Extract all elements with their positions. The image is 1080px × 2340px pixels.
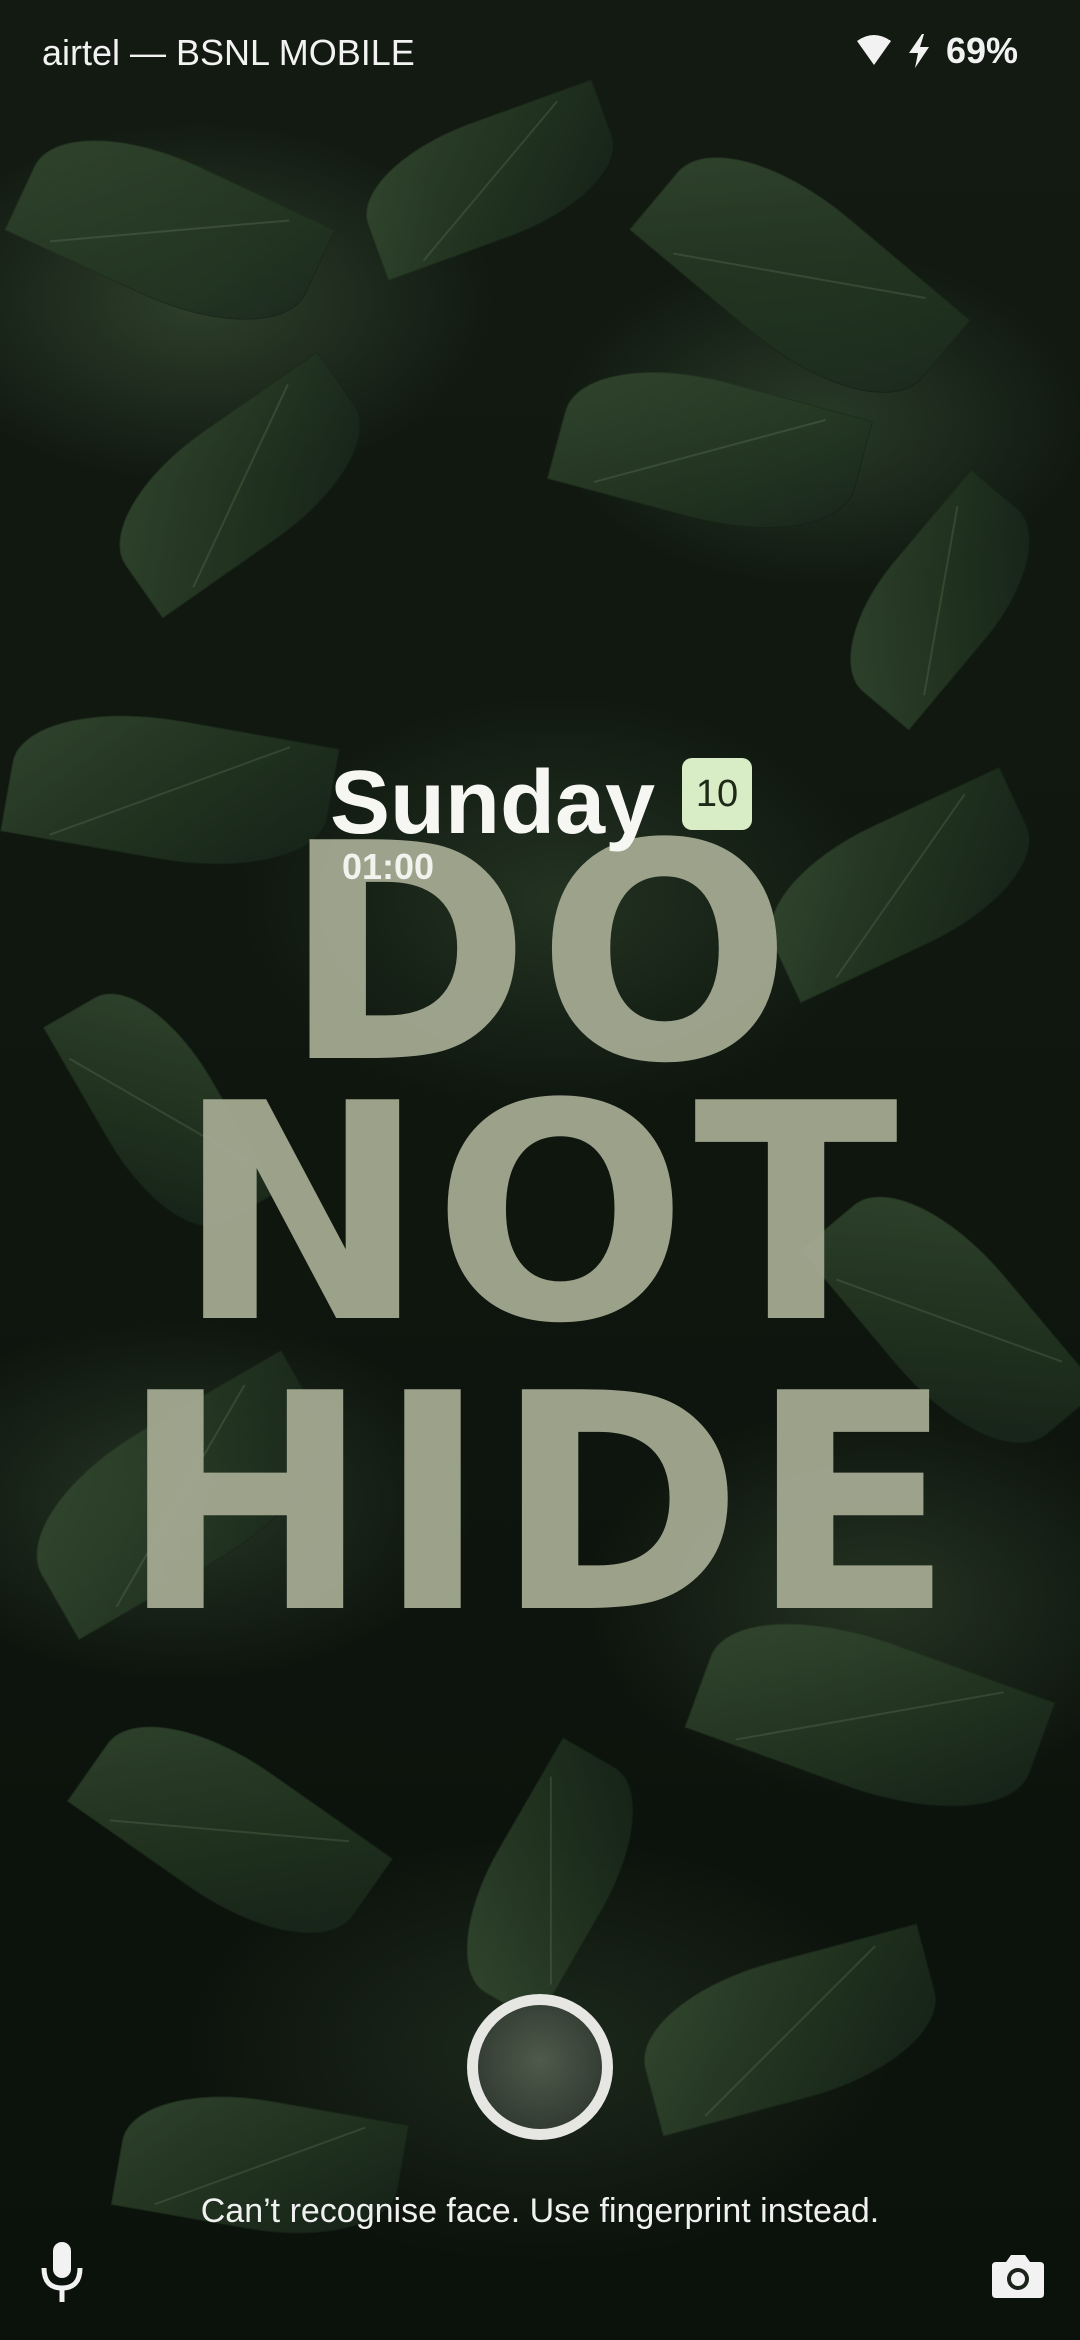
date-badge: 10 bbox=[682, 758, 752, 830]
leaf-shape bbox=[66, 1686, 394, 1974]
lock-screen: DO NOT HIDE airtel — BSNL MOBILE 69% Sun… bbox=[0, 0, 1080, 2340]
face-unlock-message: Can’t recognise face. Use fingerprint in… bbox=[200, 2192, 880, 2230]
battery-percentage: 69% bbox=[945, 30, 1018, 71]
leaf-shape bbox=[816, 469, 1064, 731]
face-unlock-indicator[interactable] bbox=[467, 1994, 613, 2140]
leaf-shape bbox=[4, 103, 336, 357]
clock-time: 01:00 bbox=[342, 846, 435, 887]
carrier-name: airtel — BSNL MOBILE bbox=[42, 32, 415, 73]
camera-icon bbox=[990, 2252, 1046, 2300]
wallpaper-text-line: HIDE bbox=[119, 1330, 961, 1679]
microphone-icon bbox=[36, 2240, 88, 2304]
day-of-week: Sunday bbox=[330, 753, 656, 853]
leaf-shape bbox=[433, 1737, 667, 2023]
leaf-shape bbox=[626, 1923, 954, 2137]
status-icons: 69% bbox=[856, 30, 1018, 72]
camera-shortcut-button[interactable] bbox=[990, 2252, 1046, 2300]
wifi-icon bbox=[856, 35, 892, 67]
leaf-shape bbox=[88, 351, 392, 619]
status-bar: airtel — BSNL MOBILE 69% bbox=[0, 0, 1080, 110]
charging-bolt-icon bbox=[906, 33, 932, 69]
voice-assist-button[interactable] bbox=[36, 2240, 88, 2304]
